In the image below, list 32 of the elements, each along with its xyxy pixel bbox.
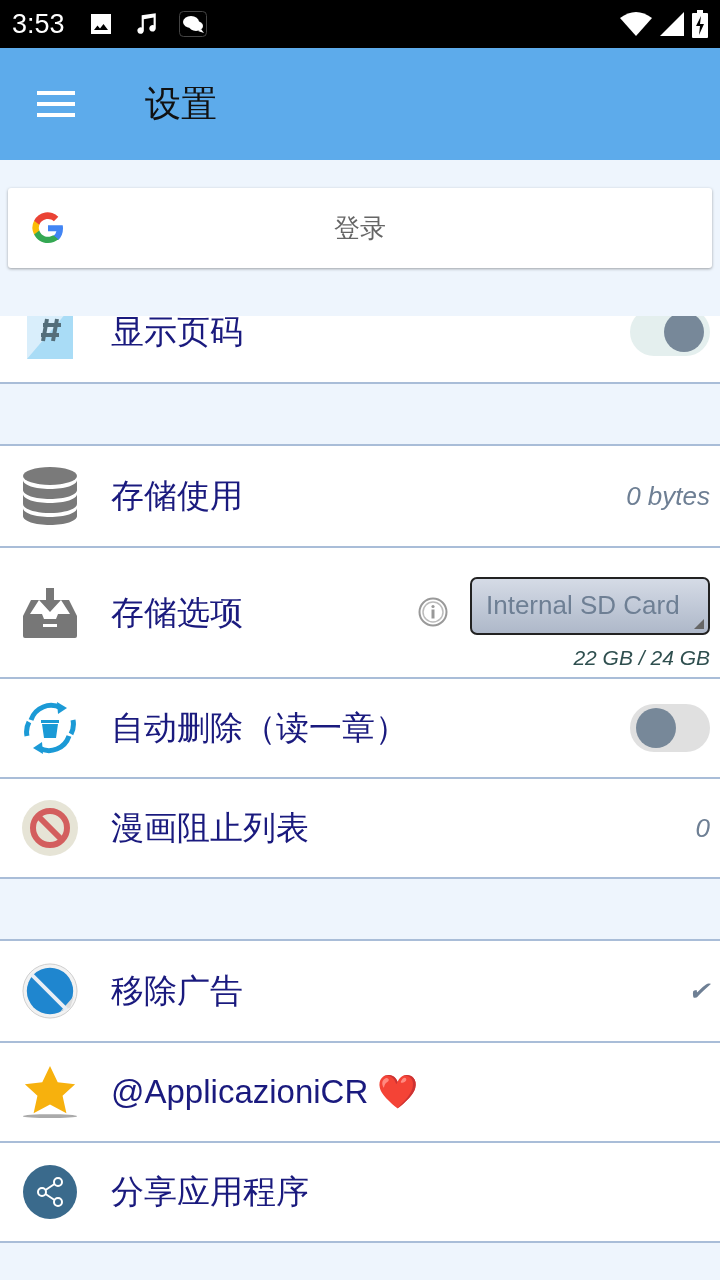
setting-label: 分享应用程序 (111, 1172, 310, 1213)
setting-label: 自动删除（读一章） (111, 708, 409, 749)
share-icon (23, 1165, 77, 1219)
setting-value: ✔ (688, 974, 710, 1008)
setting-label: 漫画阻止列表 (111, 808, 310, 849)
google-sign-in-button[interactable]: 登录 (8, 188, 712, 268)
forbidden-icon (22, 800, 78, 856)
hash-icon (27, 316, 73, 359)
setting-label: @ApplicazioniCR ❤ (111, 1072, 420, 1113)
battery-icon (692, 10, 708, 38)
storage-space-text: 22 GB / 24 GB (573, 644, 710, 671)
toggle-switch[interactable] (630, 704, 710, 752)
image-icon (88, 12, 113, 36)
toggle-switch[interactable] (630, 316, 710, 356)
info-icon (418, 596, 448, 627)
setting-value: 0 (695, 811, 710, 845)
setting-label: 移除广告 (111, 971, 244, 1012)
no-ads-sticker-icon (22, 962, 78, 1020)
google-icon (30, 210, 66, 246)
chat-icon (178, 11, 207, 37)
setting-label: 存储选项 (111, 592, 244, 633)
setting-label: 显示页码 (111, 316, 244, 353)
download-tray-icon (23, 587, 77, 638)
setting-value: 0 bytes (626, 479, 710, 513)
database-icon (22, 466, 78, 526)
recycle-trash-icon (23, 700, 77, 756)
wifi-icon (620, 12, 652, 36)
signal-icon (660, 12, 684, 36)
menu-icon[interactable] (37, 91, 75, 117)
app-bar-title: 设置 (145, 82, 217, 126)
setting-label: 存储使用 (111, 476, 244, 517)
clock: 3:53 (12, 7, 65, 41)
